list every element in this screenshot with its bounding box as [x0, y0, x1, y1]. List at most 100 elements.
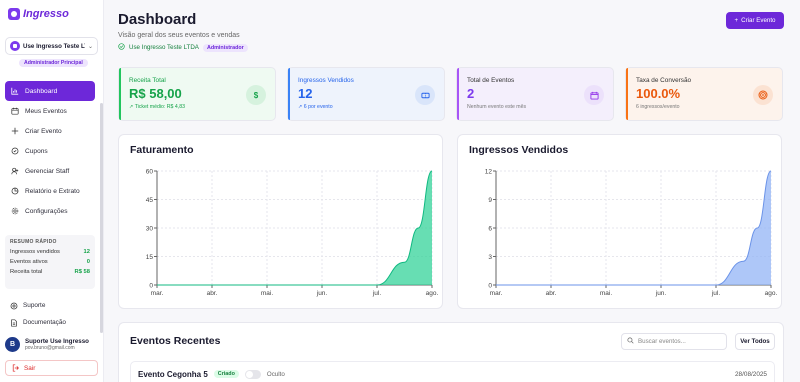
quick-summary-label: Receita total — [10, 269, 43, 275]
stat-accent-bar — [119, 68, 121, 120]
visibility-toggle[interactable] — [244, 369, 261, 379]
status-badge: Criado — [213, 370, 239, 378]
quick-summary-title: RESUMO RÁPIDO — [10, 239, 57, 245]
plus-icon: + — [734, 17, 739, 24]
coupon-icon — [11, 147, 19, 155]
sidebar-item-coupons[interactable]: Cupons — [5, 141, 95, 161]
stat-note-text: Ticket médio: R$ 4,83 — [134, 104, 185, 110]
tickets-chart-card: Ingressos Vendidos 0 3 6 9 12 mar. abr. mai. jun… — [457, 134, 782, 309]
event-name: Evento Cegonha 5 — [138, 369, 208, 379]
sidebar-item-label: Configurações — [25, 207, 68, 215]
org-name: Use Ingresso Teste LTDA — [23, 42, 85, 50]
x-tick-label: mar. — [490, 290, 503, 297]
sidebar-item-label: Criar Evento — [25, 127, 62, 135]
y-tick-label: 45 — [146, 197, 154, 204]
stat-value: 100.0% — [636, 86, 681, 101]
x-tick-label: ago. — [765, 290, 778, 297]
quick-summary-label: Eventos ativos — [10, 259, 48, 265]
target-icon — [753, 85, 773, 105]
stat-note: Nenhum evento este mês — [467, 104, 527, 110]
stat-label: Taxa de Conversão — [636, 77, 692, 84]
sidebar-item-settings[interactable]: Configurações — [5, 201, 95, 221]
company-name: Use Ingresso Teste LTDA — [129, 44, 199, 51]
sidebar-footer-links: Suporte Documentação — [5, 297, 95, 331]
sidebar-scrollbar[interactable] — [100, 103, 103, 333]
ticket-icon — [415, 85, 435, 105]
y-tick-label: 12 — [485, 168, 493, 175]
y-tick-label: 0 — [149, 282, 153, 289]
stat-note-text: 6 por evento — [303, 104, 333, 110]
user-email: pov.bruno@gmail.com — [25, 345, 75, 351]
create-event-button[interactable]: + Criar Evento — [726, 12, 784, 29]
sidebar-item-events[interactable]: Meus Eventos — [5, 101, 95, 121]
stat-note: ↗ 6 por evento — [298, 104, 333, 110]
sidebar-item-label: Dashboard — [25, 87, 58, 95]
sidebar-item-label: Gerenciar Staff — [25, 167, 70, 175]
page-subtitle: Visão geral dos seus eventos e vendas — [118, 32, 240, 39]
chevron-down-icon: ⌄ — [87, 43, 93, 50]
support-link[interactable]: Suporte — [5, 297, 95, 314]
visibility-label: Oculto — [266, 370, 285, 378]
view-all-button[interactable]: Ver Todos — [735, 333, 775, 350]
quick-summary-label: Ingressos vendidos — [10, 249, 60, 255]
sidebar-item-label: Cupons — [25, 147, 48, 155]
docs-label: Documentação — [23, 319, 66, 326]
x-tick-label: jun. — [316, 290, 328, 297]
user-profile[interactable]: B Suporte Use Ingresso pov.bruno@gmail.c… — [5, 337, 89, 352]
calendar-icon — [11, 107, 19, 115]
logout-button[interactable]: Sair — [5, 360, 98, 376]
dashboard-icon — [11, 87, 19, 95]
logout-label: Sair — [24, 364, 36, 372]
stat-note: 6 ingressos/evento — [636, 104, 680, 110]
x-tick-label: abr. — [546, 290, 557, 297]
admin-badge: Administrador — [202, 43, 248, 52]
sidebar-item-staff[interactable]: Gerenciar Staff — [5, 161, 95, 181]
report-icon — [11, 187, 19, 195]
tickets-chart: 0 3 6 9 12 mar. abr. mai. jun. jul. ago. — [485, 168, 778, 297]
logo[interactable]: Ingresso — [8, 8, 69, 20]
company-line: Use Ingresso Teste LTDA Administrador — [118, 43, 248, 52]
page-title: Dashboard — [118, 11, 197, 28]
stat-card-tickets: Ingressos Vendidos 12 ↗ 6 por evento — [287, 67, 445, 121]
sidebar-item-create-event[interactable]: Criar Evento — [5, 121, 95, 141]
quick-summary-value: 12 — [83, 249, 90, 255]
role-badge: Administrador Principal — [19, 59, 88, 67]
org-selector[interactable]: Use Ingresso Teste LTDA ⌄ — [5, 37, 98, 55]
revenue-chart: 0 15 30 45 60 mar. abr. mai. jun. jul. ago. — [146, 168, 439, 297]
x-tick-label: ago. — [426, 290, 439, 297]
stat-card-events: Total de Eventos 2 Nenhum evento este mê… — [456, 67, 614, 121]
sidebar-item-label: Meus Eventos — [25, 107, 67, 115]
stat-accent-bar — [457, 68, 459, 120]
stat-accent-bar — [626, 68, 628, 120]
user-name: Suporte Use Ingresso — [25, 338, 89, 345]
quick-summary-row: Ingressos vendidos 12 — [10, 249, 90, 255]
logout-icon — [12, 364, 20, 372]
support-label: Suporte — [23, 302, 46, 309]
recent-events-card: Eventos Recentes Buscar eventos... Ver T… — [118, 322, 784, 382]
check-circle-icon — [118, 43, 125, 52]
x-tick-label: mai. — [600, 290, 612, 297]
y-tick-label: 30 — [146, 225, 154, 232]
x-tick-label: mai. — [261, 290, 273, 297]
user-info: Suporte Use Ingresso pov.bruno@gmail.com — [25, 338, 89, 351]
sidebar: Ingresso Use Ingresso Teste LTDA ⌄ Admin… — [0, 0, 104, 382]
quick-summary-value: R$ 58 — [74, 269, 90, 275]
search-placeholder: Buscar eventos... — [638, 338, 686, 345]
list-item[interactable]: Evento Cegonha 5 Criado Oculto 28/08/202… — [130, 361, 775, 382]
doc-icon — [10, 318, 18, 327]
sidebar-nav: Dashboard Meus Eventos Criar Evento Cupo… — [5, 81, 95, 221]
sidebar-item-dashboard[interactable]: Dashboard — [5, 81, 95, 101]
y-tick-label: 15 — [146, 254, 154, 261]
y-tick-label: 9 — [488, 197, 492, 204]
plus-icon — [11, 127, 19, 135]
stat-value: R$ 58,00 — [129, 86, 182, 101]
sidebar-item-label: Relatório e Extrato — [25, 187, 80, 195]
docs-link[interactable]: Documentação — [5, 314, 95, 331]
quick-summary-value: 0 — [86, 259, 90, 265]
sidebar-item-reports[interactable]: Relatório e Extrato — [5, 181, 95, 201]
stat-label: Receita Total — [129, 77, 166, 84]
event-search-input[interactable]: Buscar eventos... — [621, 333, 727, 350]
quick-summary: RESUMO RÁPIDO Ingressos vendidos 12 Even… — [5, 235, 95, 289]
y-tick-label: 3 — [488, 254, 492, 261]
main-content: Dashboard Visão geral dos seus eventos e… — [105, 0, 800, 382]
